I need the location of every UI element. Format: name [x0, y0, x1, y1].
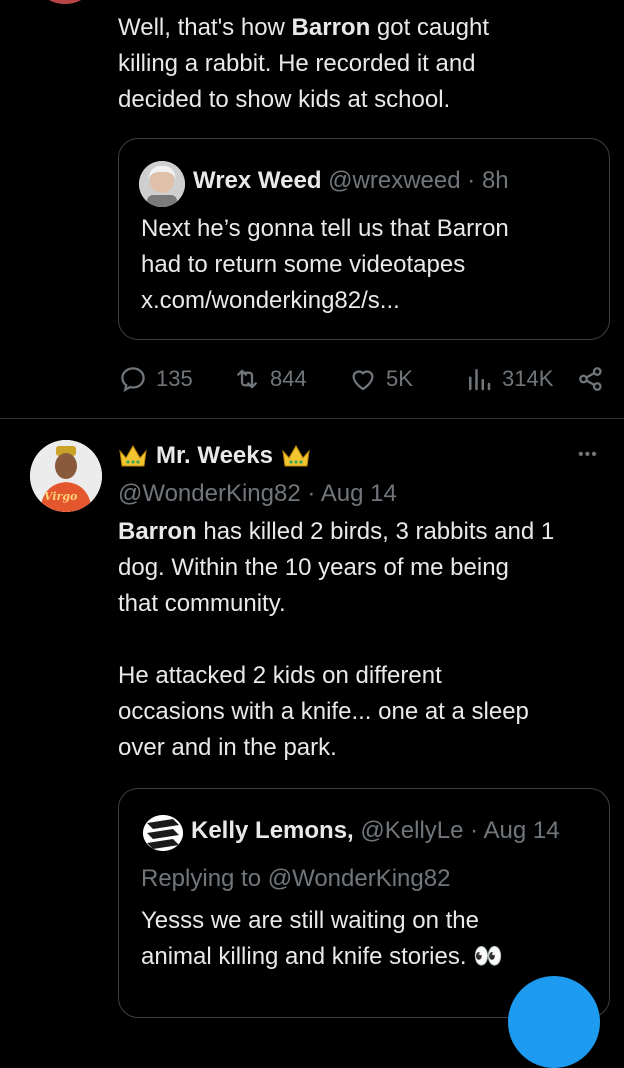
reply-count: 135 — [156, 366, 193, 391]
separator: · — [470, 817, 479, 844]
quoted-tweet-text: Yesss we are still waiting on the animal… — [141, 903, 601, 975]
views-chart-icon — [469, 369, 491, 391]
tweet-2-line-2: dog. Within the 10 years of me being — [118, 554, 509, 581]
views-button[interactable]: 314K — [464, 364, 553, 394]
like-count: 5K — [386, 366, 413, 391]
tweet-2-line-4: He attacked 2 kids on different — [118, 662, 442, 689]
compose-button[interactable] — [508, 976, 600, 1068]
tweet-1-line-2: killing a rabbit. He recorded it and — [118, 50, 476, 77]
avatar-face-icon — [139, 161, 185, 207]
reply-button[interactable]: 135 — [118, 364, 193, 394]
reply-icon — [121, 367, 145, 392]
avatar-logo-icon — [143, 815, 183, 851]
tweet-2-line-1: Barron has killed 2 birds, 3 rabbits and… — [118, 518, 555, 545]
author-name[interactable]: Mr. Weeks — [156, 442, 273, 470]
timestamp[interactable]: Aug 14 — [483, 817, 559, 844]
avatar[interactable]: Virgo — [30, 440, 102, 512]
tweet-2-line-6: over and in the park. — [118, 734, 337, 761]
author-name[interactable]: Kelly Lemons, — [191, 817, 354, 844]
author-handle[interactable]: @WonderKing82 — [118, 480, 301, 507]
retweet-icon — [237, 369, 257, 389]
timestamp[interactable]: Aug 14 — [321, 480, 397, 507]
quoted-tweet-card[interactable]: Wrex Weed @wrexweed · 8h Next he’s gonna… — [118, 138, 610, 340]
tweet-2-line-5: occasions with a knife... one at a sleep — [118, 698, 529, 725]
retweet-button[interactable]: 844 — [232, 364, 307, 394]
quote-line-2: animal killing and knife stories. 👀 — [141, 943, 504, 970]
crown-icon — [119, 445, 147, 467]
tweet-2-text: Barron has killed 2 birds, 3 rabbits and… — [118, 514, 618, 766]
heart-icon — [352, 370, 374, 391]
author-handle[interactable]: @wrexweed — [328, 167, 460, 194]
quote-line-1: Next he’s gonna tell us that Barron — [141, 215, 509, 242]
eyes-emoji: 👀 — [473, 943, 504, 970]
quote-link[interactable]: x.com/wonderking82/s... — [141, 283, 601, 319]
tweet-divider — [0, 418, 624, 419]
author-handle[interactable]: @KellyLe — [360, 817, 463, 844]
crown-icon — [282, 445, 310, 467]
tweet-1-line-1: Well, that's how Barron got caught — [118, 14, 489, 41]
quote-line-2: had to return some videotapes — [141, 251, 466, 278]
views-count: 314K — [502, 366, 554, 391]
tweet-1-line-3: decided to show kids at school. — [118, 86, 451, 113]
separator: · — [467, 167, 476, 194]
timestamp[interactable]: 8h — [482, 167, 509, 194]
tweet-1-text: Well, that's how Barron got caught killi… — [118, 10, 608, 118]
share-icon — [579, 367, 602, 391]
quote-line-1: Yesss we are still waiting on the — [141, 907, 479, 934]
quoted-tweet-text: Next he’s gonna tell us that Barron had … — [141, 211, 601, 319]
more-options-button[interactable]: ••• — [578, 446, 598, 464]
avatar[interactable] — [143, 815, 183, 851]
separator: · — [307, 480, 316, 507]
author-name[interactable]: Wrex Weed — [193, 167, 322, 194]
replying-to[interactable]: Replying to @WonderKing82 — [141, 865, 450, 893]
retweet-count: 844 — [270, 366, 307, 391]
share-button[interactable] — [576, 364, 606, 394]
avatar[interactable] — [139, 161, 185, 207]
like-button[interactable]: 5K — [348, 364, 413, 394]
tweet-2-line-3: that community. — [118, 590, 286, 617]
avatar-label: Virgo — [44, 490, 78, 503]
avatar-partial[interactable] — [40, 0, 90, 4]
